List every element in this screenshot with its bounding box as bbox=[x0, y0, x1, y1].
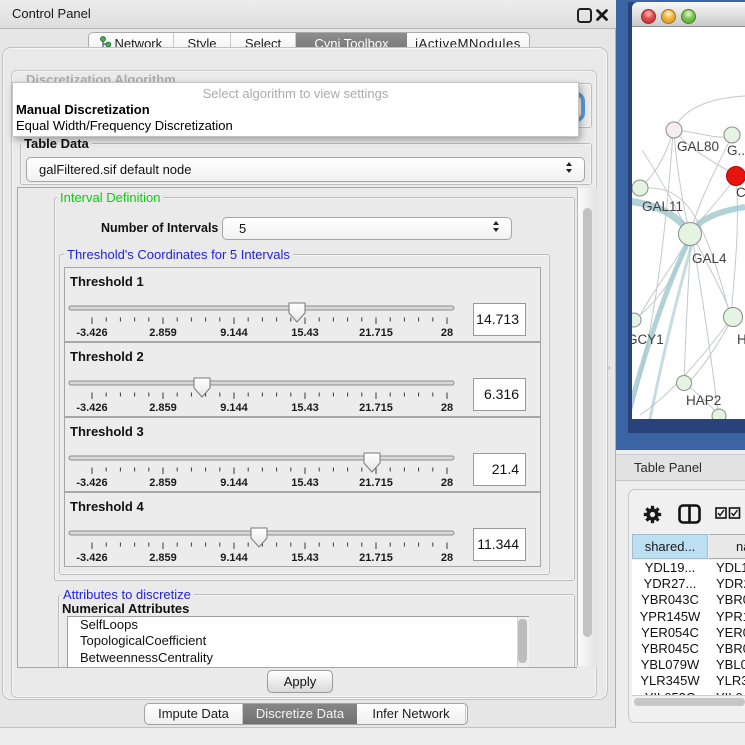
svg-text:15.43: 15.43 bbox=[291, 477, 319, 489]
svg-text:C: C bbox=[736, 185, 745, 200]
svg-text:GAL80: GAL80 bbox=[677, 139, 719, 154]
svg-text:2.859: 2.859 bbox=[149, 552, 177, 564]
svg-text:21.715: 21.715 bbox=[359, 327, 393, 339]
svg-text:H: H bbox=[737, 332, 745, 347]
svg-text:21.715: 21.715 bbox=[359, 402, 393, 414]
svg-text:21.715: 21.715 bbox=[359, 552, 393, 564]
svg-text:15.43: 15.43 bbox=[291, 552, 319, 564]
svg-text:9.144: 9.144 bbox=[220, 327, 248, 339]
svg-text:GCY1: GCY1 bbox=[632, 332, 664, 347]
svg-text:9.144: 9.144 bbox=[220, 402, 248, 414]
svg-text:9.144: 9.144 bbox=[220, 477, 248, 489]
svg-text:GAL11: GAL11 bbox=[642, 199, 683, 214]
svg-text:2.859: 2.859 bbox=[149, 402, 177, 414]
svg-text:2.859: 2.859 bbox=[149, 327, 177, 339]
svg-text:HAP2: HAP2 bbox=[686, 393, 721, 408]
svg-text:GAL4: GAL4 bbox=[692, 251, 727, 266]
svg-text:9.144: 9.144 bbox=[220, 552, 248, 564]
svg-text:28: 28 bbox=[441, 402, 453, 414]
svg-text:2.859: 2.859 bbox=[149, 477, 177, 489]
svg-text:-3.426: -3.426 bbox=[76, 402, 107, 414]
svg-text:G..: G.. bbox=[727, 143, 745, 158]
svg-text:28: 28 bbox=[441, 327, 453, 339]
svg-text:28: 28 bbox=[441, 477, 453, 489]
svg-text:15.43: 15.43 bbox=[291, 327, 319, 339]
svg-text:15.43: 15.43 bbox=[291, 402, 319, 414]
svg-text:-3.426: -3.426 bbox=[76, 327, 107, 339]
svg-text:-3.426: -3.426 bbox=[76, 477, 107, 489]
svg-text:28: 28 bbox=[441, 552, 453, 564]
svg-text:-3.426: -3.426 bbox=[76, 552, 107, 564]
svg-text:21.715: 21.715 bbox=[359, 477, 393, 489]
